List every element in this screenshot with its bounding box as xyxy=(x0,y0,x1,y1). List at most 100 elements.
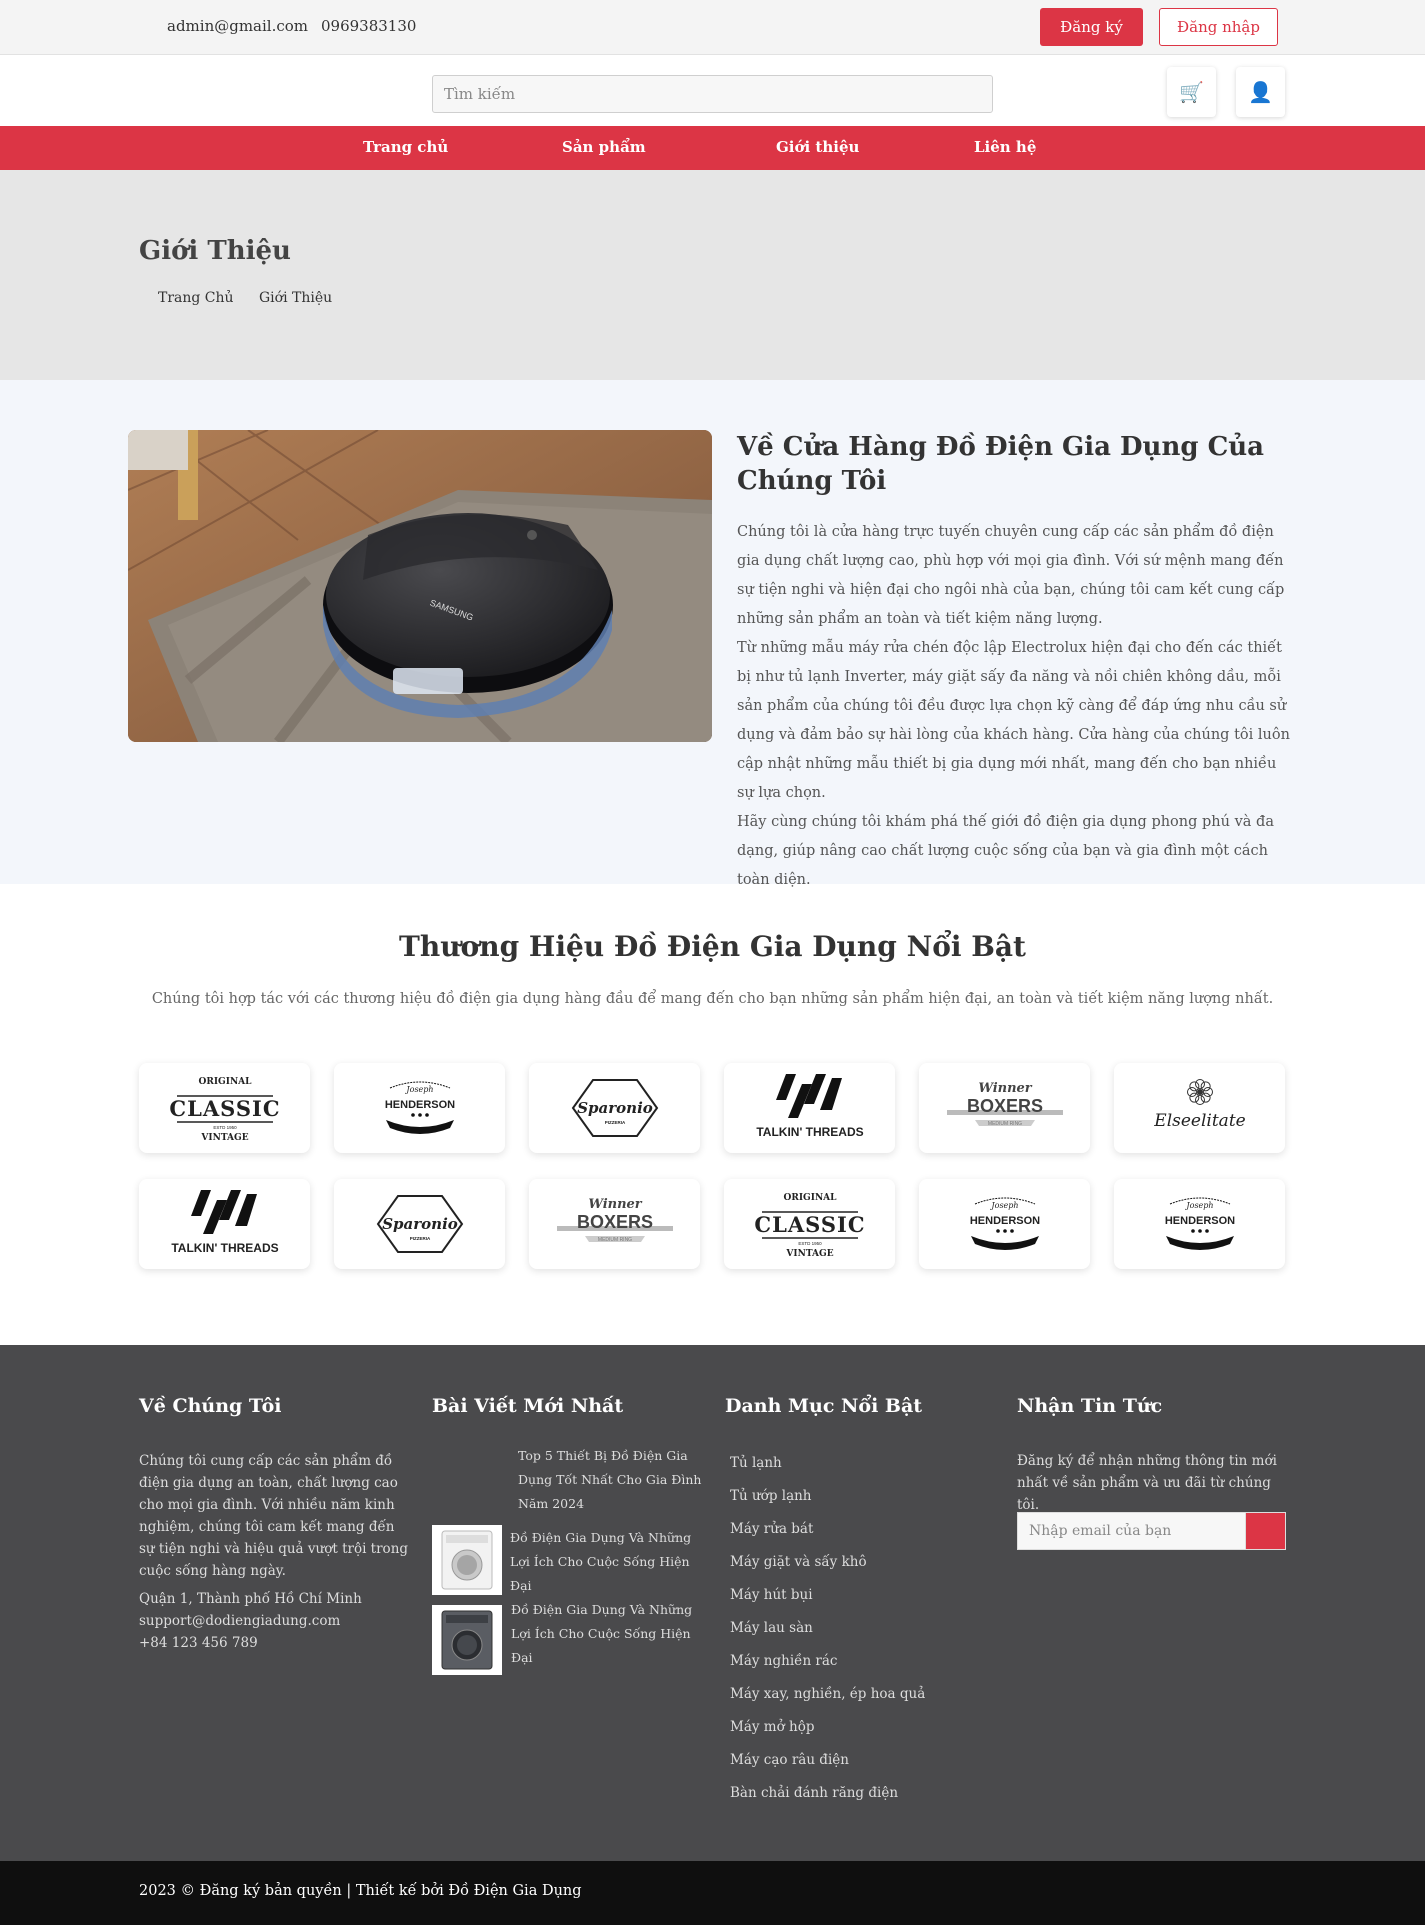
brand-logo-classic[interactable]: ORIGINAL CLASSIC ESTD 1950 VINTAGE xyxy=(724,1179,895,1269)
footer-category-item[interactable]: Tủ lạnh xyxy=(730,1453,925,1486)
nav-home[interactable]: Trang chủ xyxy=(363,138,448,156)
footer-contact: Quận 1, Thành phố Hồ Chí Minh support@do… xyxy=(139,1588,362,1654)
svg-text:PIZZERIA: PIZZERIA xyxy=(604,1120,625,1125)
footer: Về Chúng Tôi Chúng tôi cung cấp các sản … xyxy=(0,1345,1425,1861)
search-input[interactable] xyxy=(432,75,993,113)
footer-categories-title: Danh Mục Nổi Bật xyxy=(725,1395,923,1417)
sparonio-logo-icon: Sparonio PIZZERIA xyxy=(376,1195,463,1253)
cart-icon: 🛒 xyxy=(1179,80,1204,104)
brands-subtitle: Chúng tôi hợp tác với các thương hiệu đồ… xyxy=(151,991,1274,1007)
svg-text:Elseelitate: Elseelitate xyxy=(1153,1111,1245,1131)
henderson-logo-icon: Joseph HENDERSON xyxy=(384,1081,455,1134)
footer-category-item[interactable]: Bàn chải đánh răng điện xyxy=(730,1783,925,1816)
newsletter-submit-button[interactable] xyxy=(1245,1512,1286,1550)
header: 🛒 👤 xyxy=(0,55,1425,126)
svg-text:MEDIUM RING: MEDIUM RING xyxy=(987,1121,1021,1127)
brand-logo-talkin[interactable]: TALKIN' THREADS xyxy=(139,1179,310,1269)
brand-logo-boxers[interactable]: Winner BOXERS MEDIUM RING xyxy=(919,1063,1090,1153)
svg-text:Joseph: Joseph xyxy=(404,1085,433,1094)
svg-text:Joseph: Joseph xyxy=(1184,1201,1213,1210)
svg-text:BOXERS: BOXERS xyxy=(966,1096,1042,1116)
footer-about-title: Về Chúng Tôi xyxy=(139,1395,282,1417)
svg-text:ESTD 1950: ESTD 1950 xyxy=(798,1241,822,1246)
top-bar: admin@gmail.com 0969383130 Đăng ký Đăng … xyxy=(0,0,1425,55)
brand-logo-henderson[interactable]: Joseph HENDERSON xyxy=(919,1179,1090,1269)
footer-address: Quận 1, Thành phố Hồ Chí Minh xyxy=(139,1591,362,1607)
main-nav: Trang chủ Sản phẩm Giới thiệu Liên hệ xyxy=(0,126,1425,170)
footer-phone[interactable]: +84 123 456 789 xyxy=(139,1632,362,1654)
svg-text:Winner: Winner xyxy=(978,1081,1032,1096)
svg-text:HENDERSON: HENDERSON xyxy=(969,1215,1039,1227)
brands-title: Thương Hiệu Đồ Điện Gia Dụng Nổi Bật xyxy=(398,930,1026,963)
post-thumbnail-washer[interactable] xyxy=(432,1525,502,1595)
footer-about-text: Chúng tôi cung cấp các sản phẩm đồ điện … xyxy=(139,1453,409,1579)
boxers-logo-icon: WinnerBOXERS MEDIUM RING xyxy=(556,1197,673,1243)
about-paragraph-3: Hãy cùng chúng tôi khám phá thế giới đồ … xyxy=(737,814,1274,888)
svg-text:PIZZERIA: PIZZERIA xyxy=(409,1236,430,1241)
copyright-text: 2023 © Đăng ký bản quyền | Thiết kế bởi … xyxy=(139,1883,582,1899)
svg-text:CLASSIC: CLASSIC xyxy=(754,1212,865,1237)
brand-logo-else[interactable]: Elseelitate xyxy=(1114,1063,1285,1153)
footer-category-item[interactable]: Máy xay, nghiền, ép hoa quả xyxy=(730,1684,925,1717)
brand-logo-sparonio[interactable]: Sparonio PIZZERIA xyxy=(529,1063,700,1153)
page-title: Giới Thiệu xyxy=(139,236,291,266)
breadcrumb-home[interactable]: Trang Chủ xyxy=(158,290,234,306)
svg-text:Sparonio: Sparonio xyxy=(382,1215,458,1233)
talkin-logo-icon: TALKIN' THREADS xyxy=(756,1074,863,1139)
footer-newsletter-text: Đăng ký để nhận những thông tin mới nhất… xyxy=(1017,1453,1277,1513)
user-icon: 👤 xyxy=(1248,80,1273,104)
svg-text:ESTD 1950: ESTD 1950 xyxy=(213,1125,237,1130)
brand-logo-henderson[interactable]: Joseph HENDERSON xyxy=(1114,1179,1285,1269)
footer-posts-title: Bài Viết Mới Nhất xyxy=(432,1395,624,1417)
footer-post-1[interactable]: Top 5 Thiết Bị Đồ Điện Gia Dụng Tốt Nhất… xyxy=(518,1444,718,1516)
svg-text:CLASSIC: CLASSIC xyxy=(169,1096,280,1121)
brand-logo-classic[interactable]: ORIGINAL CLASSIC ESTD 1950 VINTAGE xyxy=(139,1063,310,1153)
brand-logo-henderson[interactable]: Joseph HENDERSON xyxy=(334,1063,505,1153)
cart-button[interactable]: 🛒 xyxy=(1167,67,1216,117)
nav-products[interactable]: Sản phẩm xyxy=(562,138,646,156)
footer-category-item[interactable]: Máy nghiền rác xyxy=(730,1651,925,1684)
breadcrumb-current: Giới Thiệu xyxy=(259,290,333,306)
footer-category-item[interactable]: Máy rửa bát xyxy=(730,1519,925,1552)
classic-logo-icon: ORIGINAL CLASSIC ESTD 1950 VINTAGE xyxy=(754,1193,865,1259)
svg-text:BOXERS: BOXERS xyxy=(576,1212,652,1232)
copyright-bar: 2023 © Đăng ký bản quyền | Thiết kế bởi … xyxy=(0,1861,1425,1925)
brand-logo-talkin[interactable]: TALKIN' THREADS xyxy=(724,1063,895,1153)
henderson-logo-icon: Joseph HENDERSON xyxy=(1164,1197,1235,1250)
footer-category-item[interactable]: Tủ ướp lạnh xyxy=(730,1486,925,1519)
contact-phone: 0969383130 xyxy=(321,17,417,35)
login-button[interactable]: Đăng nhập xyxy=(1159,8,1278,46)
classic-logo-icon: ORIGINAL CLASSIC ESTD 1950 VINTAGE xyxy=(169,1077,280,1143)
newsletter-email-input[interactable] xyxy=(1017,1512,1246,1550)
footer-post-3[interactable]: Đồ Điện Gia Dụng Và Những Lợi Ích Cho Cu… xyxy=(511,1598,711,1670)
footer-category-item[interactable]: Máy mở hộp xyxy=(730,1717,925,1750)
register-button[interactable]: Đăng ký xyxy=(1040,8,1143,46)
svg-text:TALKIN' THREADS: TALKIN' THREADS xyxy=(171,1241,278,1255)
footer-post-2[interactable]: Đồ Điện Gia Dụng Và Những Lợi Ích Cho Cu… xyxy=(510,1526,710,1598)
user-button[interactable]: 👤 xyxy=(1236,67,1285,117)
svg-text:HENDERSON: HENDERSON xyxy=(384,1099,454,1111)
nav-contact[interactable]: Liên hệ xyxy=(974,138,1036,156)
henderson-logo-icon: Joseph HENDERSON xyxy=(969,1197,1040,1250)
footer-newsletter-title: Nhận Tin Tức xyxy=(1017,1395,1163,1417)
contact-email: admin@gmail.com xyxy=(167,17,309,35)
about-paragraph-2: Từ những mẫu máy rửa chén độc lập Electr… xyxy=(737,640,1290,801)
svg-text:VINTAGE: VINTAGE xyxy=(200,1133,248,1143)
footer-category-item[interactable]: Máy lau sàn xyxy=(730,1618,925,1651)
svg-text:Joseph: Joseph xyxy=(989,1201,1018,1210)
robot-vacuum-image: SAMSUNG xyxy=(128,430,712,742)
svg-text:Sparonio: Sparonio xyxy=(577,1099,653,1117)
footer-category-item[interactable]: Máy hút bụi xyxy=(730,1585,925,1618)
about-paragraph-1: Chúng tôi là cửa hàng trực tuyến chuyên … xyxy=(737,524,1285,627)
footer-email[interactable]: support@dodiengiadung.com xyxy=(139,1610,362,1632)
svg-text:VINTAGE: VINTAGE xyxy=(785,1249,833,1259)
post-thumbnail-washer[interactable] xyxy=(432,1605,502,1675)
svg-text:ORIGINAL: ORIGINAL xyxy=(198,1077,252,1087)
footer-category-item[interactable]: Máy cạo râu điện xyxy=(730,1750,925,1783)
svg-text:ORIGINAL: ORIGINAL xyxy=(783,1193,837,1203)
footer-category-item[interactable]: Máy giặt và sấy khô xyxy=(730,1552,925,1585)
nav-about[interactable]: Giới thiệu xyxy=(776,138,859,156)
brand-logo-boxers[interactable]: Winner BOXERS MEDIUM RING xyxy=(529,1179,700,1269)
brand-logo-sparonio[interactable]: Sparonio PIZZERIA xyxy=(334,1179,505,1269)
page-header: Giới Thiệu Trang Chủ Giới Thiệu xyxy=(0,170,1425,380)
